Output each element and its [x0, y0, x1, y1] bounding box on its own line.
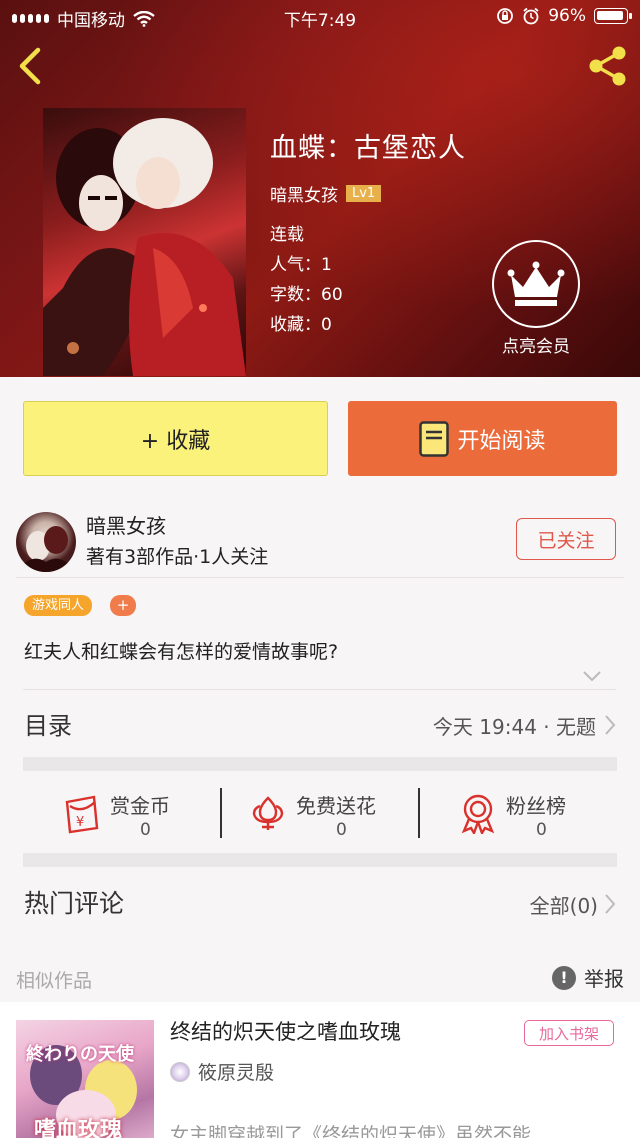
divider: [16, 577, 624, 578]
author-stats: 著有3部作品·1人关注: [86, 546, 269, 568]
genre-tag[interactable]: 游戏同人: [24, 595, 93, 616]
start-reading-button[interactable]: 开始阅读: [348, 401, 617, 476]
report-button[interactable]: ! 举报: [552, 963, 624, 992]
table-of-contents-row[interactable]: 目录 今天 19:44 · 无题: [24, 706, 616, 746]
crown-icon: [507, 261, 565, 306]
book-word-count: 字数：60: [270, 285, 343, 305]
book-icon: [419, 420, 450, 457]
divider: [220, 788, 222, 838]
similar-work-title[interactable]: 终结的炽天使之嗜血玫瑰: [170, 1016, 401, 1046]
alarm-icon: [523, 7, 539, 25]
book-author[interactable]: 暗黑女孩: [270, 181, 338, 206]
follow-button[interactable]: 已关注: [516, 518, 616, 560]
similar-works-label: 相似作品: [16, 970, 93, 992]
action-bar: ¥ 赏金币 0 免费送花 0 粉丝榜 0: [0, 780, 640, 850]
collect-label: + 收藏: [140, 428, 211, 454]
chevron-left-icon: [19, 47, 41, 85]
flower-icon: [252, 796, 284, 830]
vip-button[interactable]: 点亮会员: [490, 240, 582, 357]
report-label: 举报: [584, 967, 624, 991]
battery-icon: [594, 8, 632, 24]
chevron-right-icon: [605, 715, 616, 735]
chevron-down-icon[interactable]: [582, 670, 602, 682]
avatar: [170, 1061, 190, 1082]
book-status: 连载: [270, 225, 304, 245]
book-cover[interactable]: [43, 108, 246, 376]
cover-illustration: [43, 118, 246, 376]
similar-cover-text: 終わりの天使: [26, 1044, 134, 1065]
orientation-lock-icon: [497, 8, 514, 24]
similar-work-description: 女主脚穿越到了《终结的炽天使》虽然不能...: [170, 1124, 550, 1138]
warning-icon: !: [552, 965, 576, 990]
section-gap: [23, 757, 617, 771]
similar-work-author[interactable]: 筱原灵殷: [198, 1058, 274, 1085]
send-flower-count: 0: [336, 820, 347, 840]
fan-ranking-count: 0: [536, 820, 547, 840]
status-bar: 中国移动 下午7:49 96%: [0, 0, 640, 34]
latest-chapter: 今天 19:44 · 无题: [432, 715, 596, 739]
fan-ranking-button[interactable]: 粉丝榜 0: [460, 784, 590, 844]
vip-label: 点亮会员: [502, 337, 570, 357]
send-flower-button[interactable]: 免费送花 0: [250, 784, 410, 844]
start-reading-label: 开始阅读: [457, 428, 546, 454]
level-badge: Lv1: [346, 185, 382, 202]
divider: [418, 788, 420, 838]
avatar[interactable]: [16, 512, 76, 572]
divider: [23, 689, 616, 690]
all-comments-link[interactable]: 全部(0): [530, 890, 598, 919]
collect-button[interactable]: + 收藏: [23, 401, 328, 476]
hot-comments-label: 热门评论: [24, 889, 125, 918]
reward-coin-label: 赏金币: [110, 794, 170, 818]
fan-ranking-label: 粉丝榜: [506, 794, 566, 818]
similar-work-item[interactable]: 終わりの天使 嗜血玫瑰 终结的炽天使之嗜血玫瑰 加入书架 筱原灵殷 女主脚穿越到…: [0, 1002, 640, 1138]
send-flower-label: 免费送花: [296, 794, 376, 818]
add-to-shelf-button[interactable]: 加入书架: [524, 1020, 614, 1046]
share-button[interactable]: [586, 44, 630, 88]
back-button[interactable]: [12, 46, 48, 86]
book-title: 血蝶：古堡恋人: [270, 133, 466, 164]
toc-label: 目录: [24, 712, 72, 740]
medal-icon: [461, 794, 495, 834]
add-tag-button[interactable]: +: [110, 595, 136, 616]
section-gap: [23, 853, 617, 867]
author-block[interactable]: 暗黑女孩 著有3部作品·1人关注 已关注: [0, 502, 640, 580]
coin-envelope-icon: ¥: [65, 795, 99, 834]
share-icon: [589, 46, 626, 86]
chevron-right-icon: [605, 894, 616, 914]
hot-comments-row[interactable]: 热门评论 全部(0): [24, 884, 616, 924]
book-favorites: 收藏：0: [270, 315, 332, 335]
reward-coin-button[interactable]: ¥ 赏金币 0: [64, 784, 204, 844]
svg-text:¥: ¥: [76, 815, 84, 830]
book-description: 红夫人和红蝶会有怎样的爱情故事呢?: [24, 641, 339, 663]
similar-cover-title: 嗜血玫瑰: [34, 1118, 123, 1138]
similar-work-cover[interactable]: 終わりの天使 嗜血玫瑰: [16, 1020, 154, 1138]
author-name: 暗黑女孩: [86, 514, 166, 538]
battery-percent: 96%: [548, 6, 586, 26]
reward-coin-count: 0: [140, 820, 151, 840]
book-info: 血蝶：古堡恋人 暗黑女孩 Lv1 连载 人气：1 字数：60 收藏：0: [270, 126, 466, 340]
book-popularity: 人气：1: [270, 255, 332, 275]
